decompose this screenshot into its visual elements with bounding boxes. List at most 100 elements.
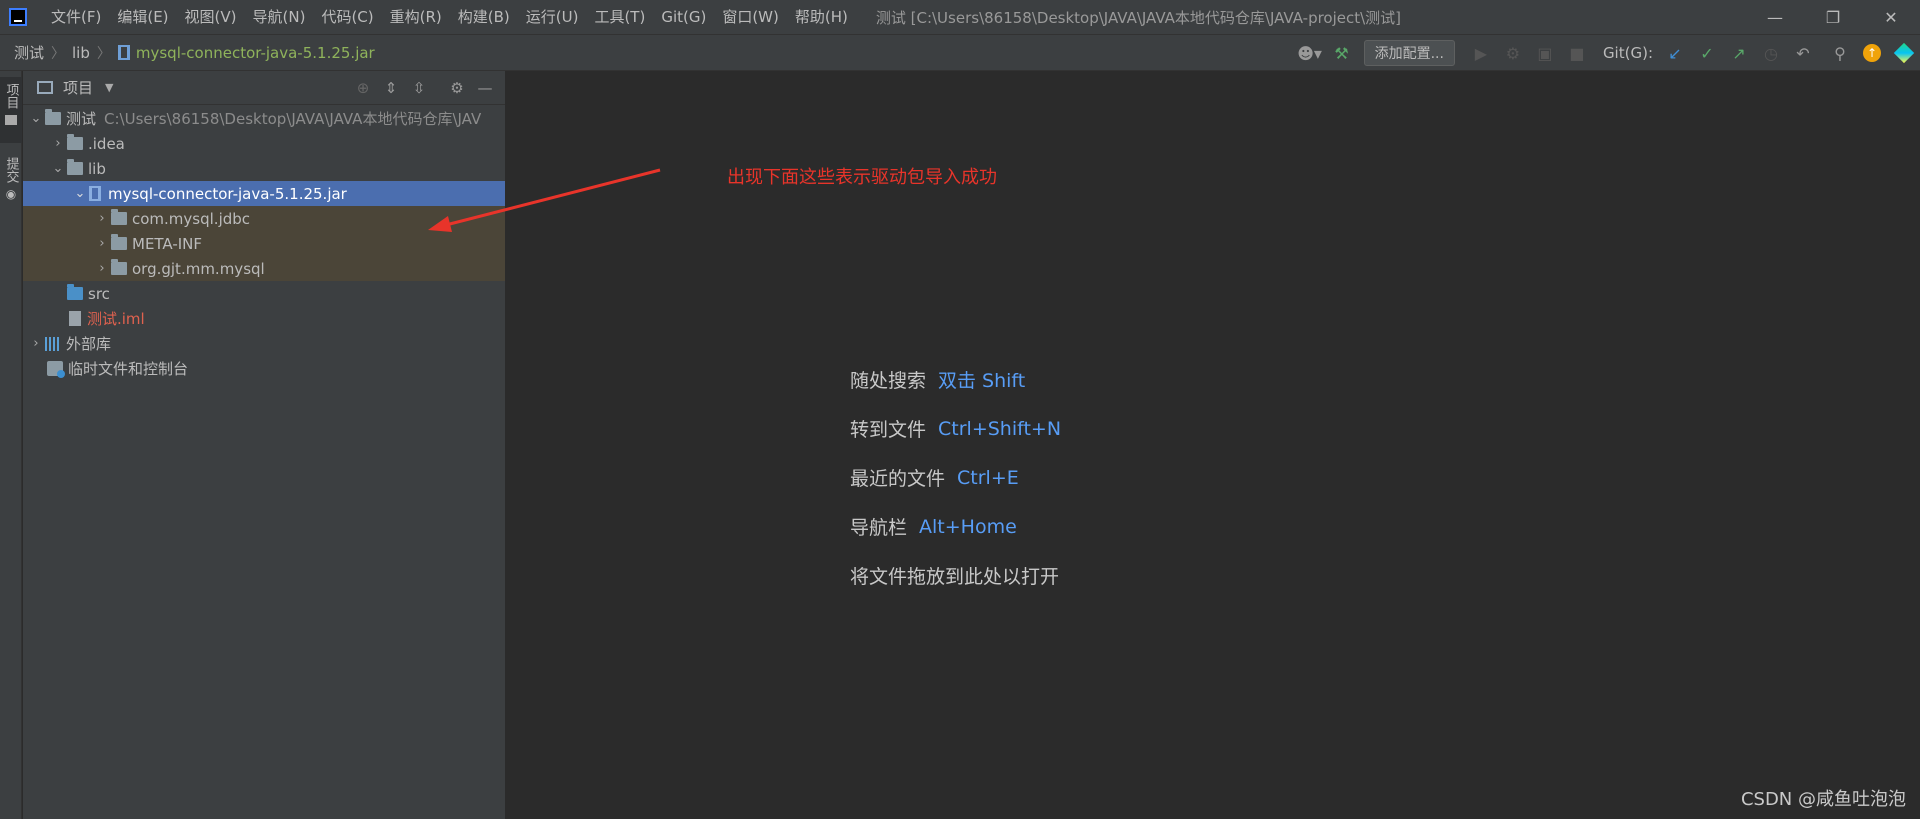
menu-git[interactable]: Git(G) — [653, 0, 714, 35]
git-commit-icon[interactable]: ✓ — [1694, 40, 1720, 66]
window-title: 测试 [C:\Users\86158\Desktop\JAVA\JAVA本地代码… — [875, 8, 1402, 27]
close-icon[interactable]: ✕ — [1862, 0, 1920, 35]
hide-icon[interactable]: — — [471, 79, 499, 97]
scratches-icon — [47, 361, 65, 378]
annotation-text: 出现下面这些表示驱动包导入成功 — [727, 167, 997, 188]
add-configuration-button[interactable]: 添加配置... — [1363, 40, 1455, 66]
folder-icon — [67, 159, 83, 175]
coverage-icon[interactable]: ▣ — [1532, 40, 1558, 66]
tree-node-root[interactable]: ⌄ 测试 C:\Users\86158\Desktop\JAVA\JAVA本地代… — [23, 106, 505, 131]
chevron-down-icon[interactable]: ⌄ — [49, 161, 67, 176]
tree-node-scratches[interactable]: 临时文件和控制台 — [23, 356, 505, 381]
libraries-icon — [45, 336, 61, 351]
hint-drop-files: 将文件拖放到此处以打开 — [850, 562, 1059, 589]
source-folder-icon — [67, 284, 83, 300]
build-hammer-icon[interactable]: ⚒ — [1329, 40, 1355, 66]
menu-edit[interactable]: 编辑(E) — [109, 0, 176, 35]
navigation-bar: 测试 〉 lib 〉 mysql-connector-java-5.1.25.j… — [0, 35, 1920, 71]
tree-node-package-label: META-INF — [132, 234, 203, 253]
folder-icon — [5, 115, 17, 125]
package-folder-icon — [111, 209, 127, 225]
tree-node-scratches-label: 临时文件和控制台 — [68, 360, 189, 378]
jar-icon — [117, 45, 130, 60]
editor-area[interactable]: 随处搜索 双击 Shift 转到文件 Ctrl+Shift+N 最近的文件 Ct… — [507, 71, 1920, 819]
run-icon[interactable]: ▶ — [1468, 40, 1494, 66]
hint-label: 转到文件 — [850, 419, 927, 441]
hint-shortcut: Alt+Home — [919, 515, 1017, 538]
hint-search-everywhere: 随处搜索 双击 Shift — [850, 366, 1025, 393]
project-view-icon — [37, 81, 53, 94]
project-panel-header: 项目 ▼ ⊕ ⇕ ⇳ ⚙ — — [23, 71, 505, 105]
locate-icon[interactable]: ⊕ — [349, 79, 377, 97]
module-folder-icon — [45, 109, 61, 125]
search-icon[interactable]: ⚲ — [1827, 40, 1853, 66]
menu-code[interactable]: 代码(C) — [313, 0, 381, 35]
rollback-icon[interactable]: ↶ — [1790, 40, 1816, 66]
git-push-icon[interactable]: ↗ — [1726, 40, 1752, 66]
menu-navigate[interactable]: 导航(N) — [245, 0, 314, 35]
project-tree: ⌄ 测试 C:\Users\86158\Desktop\JAVA\JAVA本地代… — [23, 105, 505, 381]
menu-tools[interactable]: 工具(T) — [586, 0, 653, 35]
tree-node-idea[interactable]: › .idea — [23, 131, 505, 156]
breadcrumb-project[interactable]: 测试 — [14, 42, 44, 63]
folder-icon — [67, 134, 83, 150]
gear-icon[interactable]: ⚙ — [443, 79, 471, 97]
tab-commit[interactable]: 提交 ◉ — [0, 151, 22, 211]
chevron-down-icon[interactable]: ⌄ — [27, 111, 45, 126]
chevron-right-icon[interactable]: › — [27, 336, 45, 351]
tab-project[interactable]: 项目 — [0, 77, 22, 143]
menu-run[interactable]: 运行(U) — [518, 0, 587, 35]
chevron-down-icon[interactable]: ⌄ — [71, 186, 89, 201]
tree-node-src[interactable]: src — [23, 281, 505, 306]
tree-node-external-label: 外部库 — [66, 335, 112, 353]
title-bar: 文件(F) 编辑(E) 视图(V) 导航(N) 代码(C) 重构(R) 构建(B… — [0, 0, 1920, 35]
watermark: CSDN @咸鱼吐泡泡 — [1740, 789, 1906, 810]
breadcrumb-folder[interactable]: lib — [72, 44, 90, 62]
main-menu: 文件(F) 编辑(E) 视图(V) 导航(N) 代码(C) 重构(R) 构建(B… — [43, 0, 856, 35]
hint-recent-files: 最近的文件 Ctrl+E — [850, 464, 1019, 491]
menu-view[interactable]: 视图(V) — [177, 0, 245, 35]
debug-icon[interactable]: ⚙ — [1500, 40, 1526, 66]
user-icon[interactable]: ☻▾ — [1297, 40, 1323, 66]
tree-node-src-label: src — [88, 284, 110, 303]
menu-window[interactable]: 窗口(W) — [714, 0, 787, 35]
minimize-icon[interactable]: — — [1746, 0, 1804, 35]
update-icon[interactable]: ↑ — [1859, 40, 1885, 66]
annotation-arrow-icon — [428, 168, 661, 232]
tree-node-package-label: com.mysql.jdbc — [132, 209, 251, 228]
restore-icon[interactable]: ❐ — [1804, 0, 1862, 35]
main-toolbar: ☻▾ ⚒ 添加配置... ▶ ⚙ ▣ ■ Git(G): ↙ ✓ ↗ ◷ ↶ ⚲… — [1294, 35, 1920, 71]
menu-help[interactable]: 帮助(H) — [787, 0, 856, 35]
jetbrains-icon[interactable] — [1891, 40, 1917, 66]
collapse-all-icon[interactable]: ⇳ — [405, 79, 433, 97]
hint-shortcut: Ctrl+E — [957, 466, 1019, 489]
project-panel-title[interactable]: 项目 — [63, 77, 93, 98]
hint-shortcut: Ctrl+Shift+N — [938, 417, 1062, 440]
tree-node-external-libraries[interactable]: › 外部库 — [23, 331, 505, 356]
hint-shortcut: 双击 Shift — [938, 370, 1026, 392]
menu-file[interactable]: 文件(F) — [43, 0, 109, 35]
stop-icon[interactable]: ■ — [1564, 40, 1590, 66]
intellij-logo-icon — [9, 8, 27, 26]
tree-node-package-label: org.gjt.mm.mysql — [132, 259, 265, 278]
chevron-down-icon[interactable]: ▼ — [105, 81, 113, 94]
window-controls: — ❐ ✕ — [1746, 0, 1920, 35]
chevron-right-icon[interactable]: › — [93, 211, 111, 226]
menu-build[interactable]: 构建(B) — [450, 0, 518, 35]
breadcrumb-file-label: mysql-connector-java-5.1.25.jar — [135, 43, 375, 62]
breadcrumb-file[interactable]: mysql-connector-java-5.1.25.jar — [117, 43, 375, 62]
left-tool-strip: 项目 提交 ◉ — [0, 71, 22, 819]
expand-all-icon[interactable]: ⇕ — [377, 79, 405, 97]
tree-node-iml-label: 测试.iml — [87, 310, 145, 328]
tree-node-package[interactable]: › org.gjt.mm.mysql — [23, 256, 505, 281]
history-icon[interactable]: ◷ — [1758, 40, 1784, 66]
breadcrumb-separator-icon: 〉 — [96, 45, 111, 62]
menu-refactor[interactable]: 重构(R) — [382, 0, 450, 35]
chevron-right-icon[interactable]: › — [93, 261, 111, 276]
hint-label: 将文件拖放到此处以打开 — [850, 566, 1060, 588]
tree-node-iml[interactable]: 测试.iml — [23, 306, 505, 331]
chevron-right-icon[interactable]: › — [93, 236, 111, 251]
chevron-right-icon[interactable]: › — [49, 136, 67, 151]
hint-label: 最近的文件 — [850, 468, 946, 490]
git-update-icon[interactable]: ↙ — [1662, 40, 1688, 66]
